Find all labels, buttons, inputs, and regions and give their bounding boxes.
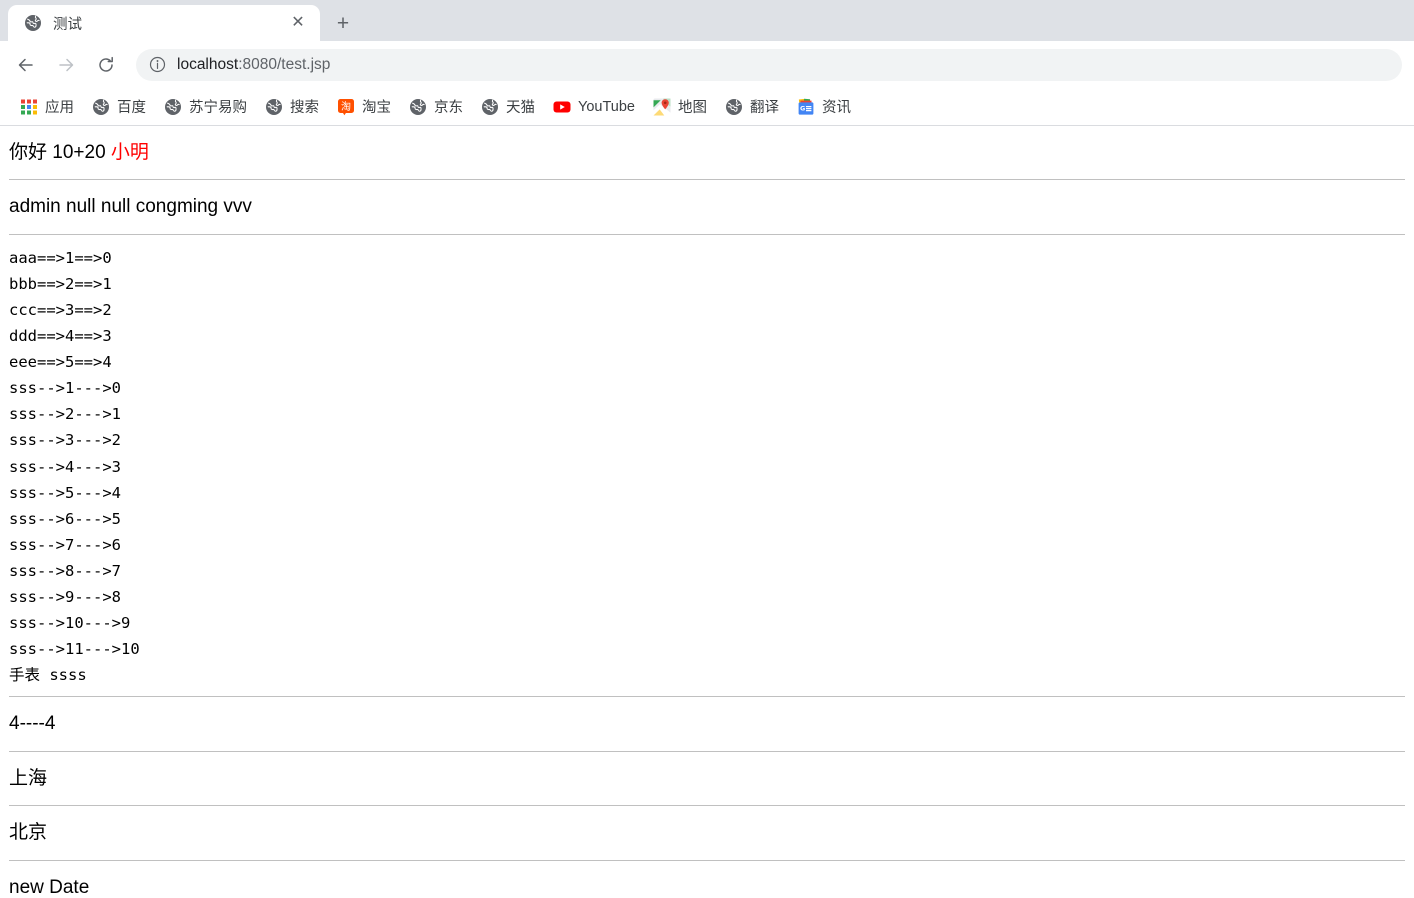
globe-icon [409, 98, 427, 116]
browser-toolbar: localhost:8080/test.jsp [0, 41, 1414, 88]
bookmark-youtube[interactable]: YouTube [545, 93, 643, 121]
tab-strip: 测试 ✕ + [0, 0, 1414, 41]
globe-icon [164, 98, 182, 116]
address-bar[interactable]: localhost:8080/test.jsp [136, 48, 1402, 81]
user-row: admin null null congming vvv [0, 196, 1414, 218]
bookmark-jd[interactable]: 京东 [401, 93, 471, 121]
bookmark-label: YouTube [578, 98, 635, 115]
date-row: new Date [0, 877, 1414, 898]
bookmark-baidu[interactable]: 百度 [84, 93, 154, 121]
list-block-row: aaa==>1==>0 bbb==>2==>1 ccc==>3==>2 ddd=… [0, 245, 1414, 689]
svg-text:淘: 淘 [341, 100, 351, 113]
bookmark-tmall[interactable]: 天猫 [473, 93, 543, 121]
bookmark-label: 淘宝 [362, 100, 391, 116]
taobao-icon: 淘 [337, 98, 355, 116]
apps-grid-icon [20, 98, 38, 116]
info-circle-icon[interactable] [149, 56, 166, 73]
bookmark-label: 资讯 [821, 100, 851, 116]
url-text: localhost:8080/test.jsp [177, 56, 330, 74]
bookmark-label: 翻译 [749, 100, 779, 116]
bookmark-translate[interactable]: 翻译 [717, 93, 787, 121]
bookmark-search[interactable]: 搜索 [257, 93, 327, 121]
divider [9, 859, 1405, 861]
close-icon[interactable]: ✕ [286, 11, 310, 35]
city-row-1: 上海 [0, 768, 1414, 790]
browser-window: 测试 ✕ + localhost:8080/test.jsp 应用 百度 苏宁易… [0, 0, 1414, 898]
globe-icon [24, 14, 42, 32]
divider [9, 750, 1405, 752]
svg-text:G: G [800, 104, 805, 112]
user-line: admin null null congming vvv [9, 196, 252, 218]
new-tab-button[interactable]: + [326, 6, 360, 40]
divider [9, 179, 1405, 181]
google-news-icon: G [797, 98, 815, 116]
url-host: localhost [177, 55, 239, 73]
bookmark-apps[interactable]: 应用 [12, 93, 82, 121]
divider [9, 233, 1405, 235]
bookmark-label: 搜索 [290, 100, 319, 116]
page-content: 你好 10+20 小明 admin null null congming vvv… [0, 126, 1414, 898]
greeting-name: 小明 [110, 142, 149, 163]
url-path: :8080/test.jsp [238, 55, 331, 73]
bookmark-label: 地图 [677, 100, 707, 116]
google-maps-icon [653, 98, 671, 116]
globe-icon [92, 98, 110, 116]
divider [9, 696, 1405, 698]
greeting-row: 你好 10+20 小明 [0, 142, 1414, 164]
browser-tab[interactable]: 测试 ✕ [8, 5, 320, 41]
city-line-2: 北京 [9, 822, 48, 844]
tab-title: 测试 [53, 16, 82, 33]
greeting-line: 你好 10+20 小明 [9, 142, 1405, 164]
youtube-icon [553, 98, 571, 116]
greeting-text: 你好 10+20 [9, 142, 111, 163]
bookmark-label: 百度 [117, 100, 146, 116]
city-line-1: 上海 [9, 767, 48, 789]
count-line: 4----4 [9, 713, 56, 735]
bookmarks-bar: 应用 百度 苏宁易购 搜索 淘 淘宝 京东 天猫 YouTube 地图 翻译 G… [0, 88, 1414, 126]
bookmark-label: 苏宁易购 [189, 100, 247, 116]
count-row: 4----4 [0, 713, 1414, 735]
list-block: aaa==>1==>0 bbb==>2==>1 ccc==>3==>2 ddd=… [9, 248, 140, 685]
bookmark-label: 天猫 [506, 100, 535, 116]
forward-icon [50, 49, 82, 81]
bookmark-maps[interactable]: 地图 [645, 93, 715, 121]
bookmark-taobao[interactable]: 淘 淘宝 [329, 93, 399, 121]
globe-icon [725, 98, 743, 116]
globe-icon [481, 98, 499, 116]
globe-icon [265, 98, 283, 116]
bookmark-news[interactable]: G 资讯 [789, 93, 859, 121]
divider [9, 805, 1405, 807]
reload-icon[interactable] [90, 49, 122, 81]
bookmark-suning[interactable]: 苏宁易购 [156, 93, 255, 121]
city-row-2: 北京 [0, 822, 1414, 844]
date-line: new Date [9, 876, 90, 898]
bookmark-label: 京东 [434, 100, 463, 116]
bookmark-label: 应用 [45, 100, 74, 116]
back-icon[interactable] [10, 49, 42, 81]
